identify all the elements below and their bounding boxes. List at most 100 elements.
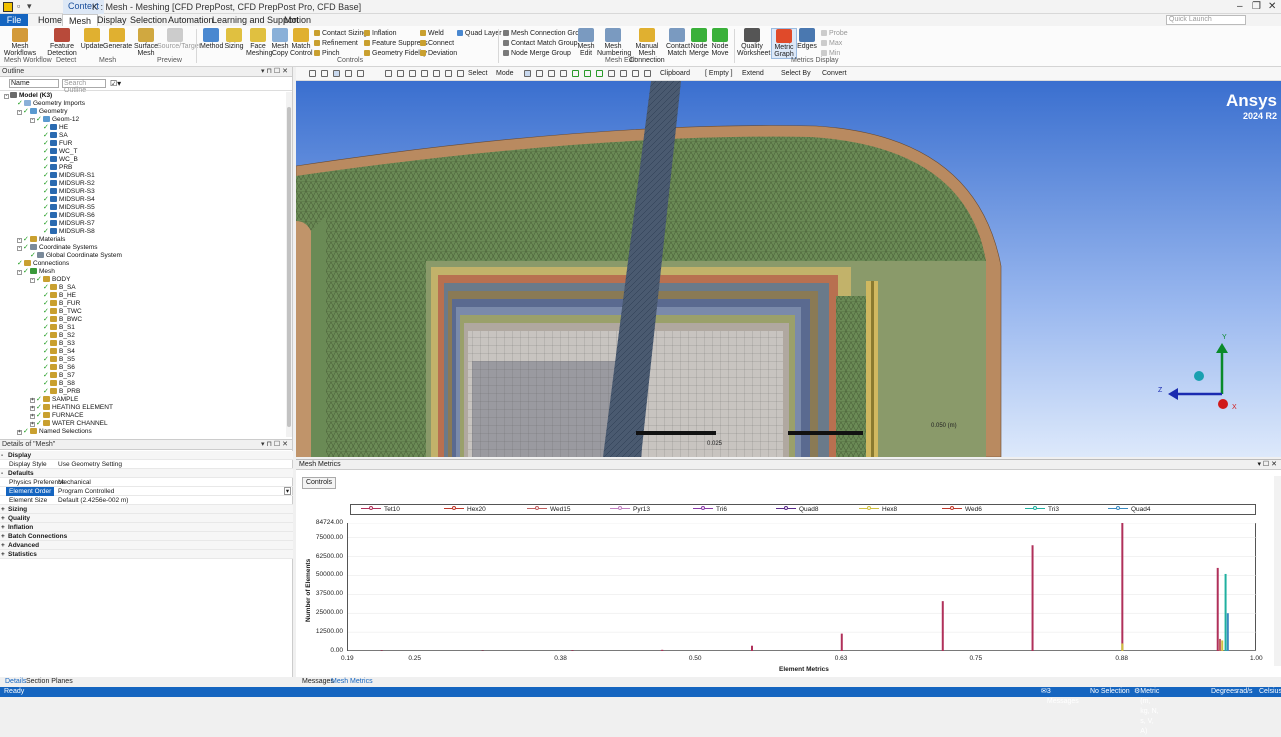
- tree-item[interactable]: ✓B_S2: [43, 332, 75, 340]
- zoom-out-icon[interactable]: [321, 70, 328, 77]
- details-category[interactable]: -Defaults: [0, 469, 293, 478]
- isometric-icon[interactable]: [457, 70, 464, 77]
- legend-entry[interactable]: Tet10: [361, 506, 400, 514]
- outline-search-input[interactable]: Search Outline: [62, 79, 106, 88]
- refinement-button[interactable]: Refinement: [314, 39, 358, 48]
- rotate-icon[interactable]: [345, 70, 352, 77]
- chart-bar[interactable]: [751, 646, 753, 651]
- details-row[interactable]: Element SizeDefault (2.4256e-002 m): [0, 496, 293, 505]
- tree-item[interactable]: +✓WATER CHANNEL: [30, 420, 108, 428]
- graphics-viewport[interactable]: 0.025 0.050 (m) Y Z X Ansys 2024 R2: [296, 81, 1281, 457]
- mesh-copy-button[interactable]: Mesh Copy: [270, 28, 290, 57]
- expand-toggle-icon[interactable]: -: [17, 238, 22, 243]
- face-select-icon[interactable]: [548, 70, 555, 77]
- tab-mesh-metrics[interactable]: Mesh Metrics: [328, 677, 376, 687]
- tree-item[interactable]: ✓MIDSUR-S8: [43, 228, 95, 236]
- details-value[interactable]: Default (2.4256e-002 m): [58, 496, 128, 505]
- tree-item[interactable]: +✓FURNACE: [30, 412, 83, 420]
- node-merge-group-button[interactable]: Node Merge Group: [503, 49, 571, 58]
- chart-bar[interactable]: [1221, 640, 1223, 651]
- metric-graph-button[interactable]: Metric Graph: [771, 28, 797, 59]
- expand-toggle-icon[interactable]: +: [30, 406, 35, 411]
- tree-item[interactable]: ✓PRB: [43, 164, 72, 172]
- outline-scrollbar[interactable]: [286, 92, 292, 437]
- node-merge-button[interactable]: Node Merge: [689, 28, 709, 57]
- pinch-button[interactable]: Pinch: [314, 49, 340, 58]
- mode-dropdown[interactable]: Mode: [496, 69, 514, 79]
- select-point-icon[interactable]: [385, 70, 392, 77]
- tab-motion[interactable]: Motion: [278, 14, 317, 26]
- details-value[interactable]: Use Geometry Setting: [58, 460, 122, 469]
- tree-item[interactable]: +✓SAMPLE: [30, 396, 78, 404]
- category-toggle-icon[interactable]: +: [1, 514, 5, 523]
- metrics-panel-controls-icon[interactable]: ▾ ☐ ✕: [1257, 460, 1277, 470]
- details-category[interactable]: +Batch Connections: [0, 532, 293, 541]
- geometry-fidelity-button[interactable]: Geometry Fidelity: [364, 49, 427, 58]
- probe-button[interactable]: Probe: [821, 29, 848, 38]
- vertex-select-icon[interactable]: [524, 70, 531, 77]
- deviation-button[interactable]: Deviation: [420, 49, 457, 58]
- category-toggle-icon[interactable]: +: [1, 532, 5, 541]
- zoom-in-icon[interactable]: [309, 70, 316, 77]
- category-toggle-icon[interactable]: -: [1, 451, 3, 460]
- panel-controls-icon[interactable]: ▾ ⊓ ☐ ✕: [261, 67, 288, 77]
- surface-mesh-button[interactable]: Surface Mesh: [133, 28, 159, 57]
- tree-item[interactable]: ✓MIDSUR-S1: [43, 172, 95, 180]
- tree-item[interactable]: -Model (K3): [4, 92, 52, 100]
- feature-detection-button[interactable]: Feature Detection: [47, 28, 77, 57]
- tree-item[interactable]: -✓Geometry: [17, 108, 68, 116]
- tree-item[interactable]: ✓B_S7: [43, 372, 75, 380]
- chart-bar[interactable]: [1225, 574, 1227, 651]
- chart-bar[interactable]: [571, 650, 573, 651]
- legend-entry[interactable]: Wed6: [942, 506, 982, 514]
- tree-item[interactable]: ✓B_BWC: [43, 316, 82, 324]
- expand-toggle-icon[interactable]: -: [4, 94, 9, 99]
- tree-item[interactable]: ✓B_S6: [43, 364, 75, 372]
- tree-item[interactable]: ✓Global Coordinate System: [30, 252, 122, 260]
- chart-bar[interactable]: [1032, 545, 1034, 651]
- expand-toggle-icon[interactable]: -: [17, 270, 22, 275]
- chart-bar[interactable]: [1217, 568, 1219, 651]
- tree-item[interactable]: -✓Coordinate Systems: [17, 244, 98, 252]
- node-move-button[interactable]: Node Move: [710, 28, 730, 57]
- tree-item[interactable]: -✓Materials: [17, 236, 65, 244]
- customize-icon[interactable]: ▾: [27, 1, 32, 12]
- generate-button[interactable]: Generate: [103, 28, 131, 50]
- expand-icon[interactable]: ☑▾: [110, 79, 121, 88]
- mesh-numbering-button[interactable]: Mesh Numbering: [597, 28, 629, 57]
- chart-bar[interactable]: [841, 634, 843, 651]
- details-panel-controls-icon[interactable]: ▾ ⊓ ☐ ✕: [261, 440, 288, 450]
- clipboard-dropdown[interactable]: Clipboard: [660, 69, 690, 79]
- method-button[interactable]: Method: [200, 28, 222, 50]
- tree-item[interactable]: +✓HEATING ELEMENT: [30, 404, 113, 412]
- tree-item[interactable]: ✓B_S5: [43, 356, 75, 364]
- details-category[interactable]: +Inflation: [0, 523, 293, 532]
- tree-item[interactable]: ✓B_S3: [43, 340, 75, 348]
- legend-entry[interactable]: Tri6: [693, 506, 727, 514]
- expand-toggle-icon[interactable]: +: [30, 414, 35, 419]
- chart-bar[interactable]: [1219, 639, 1221, 651]
- tree-item[interactable]: -✓BODY: [30, 276, 70, 284]
- controls-button[interactable]: Controls: [302, 477, 336, 489]
- hide-icon[interactable]: [632, 70, 639, 77]
- minimize-icon[interactable]: –: [1237, 1, 1243, 12]
- legend-entry[interactable]: Quad8: [776, 506, 819, 514]
- category-toggle-icon[interactable]: +: [1, 550, 5, 559]
- connect-button[interactable]: Connect: [420, 39, 454, 48]
- status-messages[interactable]: ✉ 3 Messages: [1041, 687, 1047, 697]
- tree-item[interactable]: ✓WC_T: [43, 148, 77, 156]
- zoom-fit-icon[interactable]: [409, 70, 416, 77]
- expand-toggle-icon[interactable]: -: [17, 246, 22, 251]
- next-view-icon[interactable]: [445, 70, 452, 77]
- details-value[interactable]: Mechanical: [58, 478, 91, 487]
- outline-scroll-thumb[interactable]: [287, 107, 291, 427]
- tree-item[interactable]: ✓MIDSUR-S7: [43, 220, 95, 228]
- extend-dropdown[interactable]: Extend: [742, 69, 764, 79]
- tree-item[interactable]: ✓B_S1: [43, 324, 75, 332]
- tree-item[interactable]: -✓Mesh: [17, 268, 55, 276]
- magnifier-icon[interactable]: [421, 70, 428, 77]
- legend-entry[interactable]: Quad4: [1108, 506, 1151, 514]
- tree-item[interactable]: ✓SA: [43, 132, 68, 140]
- expand-toggle-icon[interactable]: +: [30, 422, 35, 427]
- edges-button[interactable]: Edges: [797, 28, 817, 50]
